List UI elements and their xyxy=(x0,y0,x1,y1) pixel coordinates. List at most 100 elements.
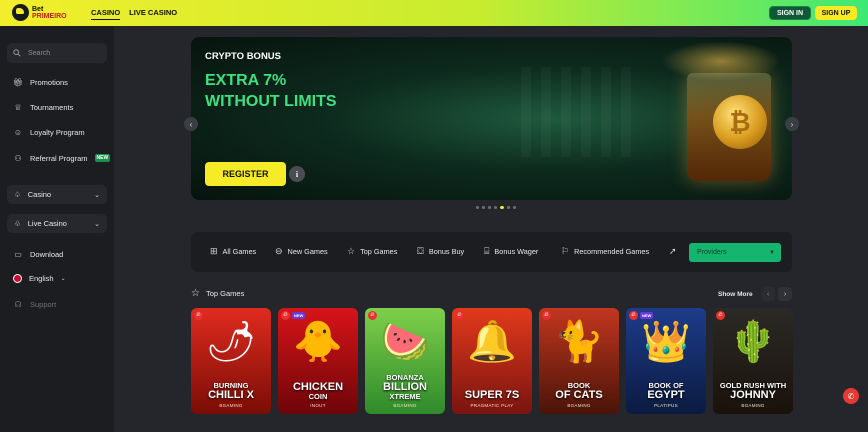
fire-icon: 🔥︎ xyxy=(542,311,551,320)
category-rocket[interactable]: ➚ xyxy=(669,246,677,257)
game-card[interactable]: 🔥︎ NEW 🐥 CHICKEN COIN INOUT xyxy=(278,308,358,414)
sidebar-item-promotions[interactable]: 🎁︎ Promotions xyxy=(13,77,68,87)
trophy-icon: ♕ xyxy=(14,102,22,112)
sidebar-item-support[interactable]: ☊ Support xyxy=(13,299,56,309)
language-label: English xyxy=(29,274,54,283)
info-icon[interactable]: i xyxy=(289,166,305,182)
category-bar: ⊞ All Games ⊖ New Games ☆ Top Games ⛋ Bo… xyxy=(191,232,792,272)
slide-dot[interactable] xyxy=(482,206,485,209)
sidebar-live-casino-dropdown[interactable]: ♧ Live Casino ⌄ xyxy=(7,214,107,233)
game-provider: PRAGMATIC PLAY xyxy=(470,403,514,408)
game-title-line3: COIN xyxy=(308,392,328,401)
category-all-games[interactable]: ⊞ All Games xyxy=(210,246,256,257)
providers-dropdown[interactable]: Providers ▼ xyxy=(689,243,781,262)
category-recommended-games[interactable]: ⚐ Recommended Games xyxy=(561,246,649,257)
slide-dot[interactable] xyxy=(513,206,516,209)
game-art-icon: 🍉 xyxy=(380,320,430,364)
fire-icon: 🔥︎ xyxy=(629,311,638,320)
search-icon xyxy=(13,49,21,57)
slide-dot[interactable] xyxy=(507,206,510,209)
live-casino-icon: ♧ xyxy=(14,219,21,228)
banner-prev-button[interactable]: ‹ xyxy=(184,117,198,131)
new-icon: ⊖ xyxy=(275,246,283,256)
game-card[interactable]: 🔥︎ 🔔 SUPER 7S PRAGMATIC PLAY xyxy=(452,308,532,414)
brand-logo[interactable]: Bet PRIMEIRO xyxy=(12,4,67,21)
loyalty-icon: ☺ xyxy=(13,127,23,137)
grid-icon: ⊞ xyxy=(210,246,218,256)
sidebar-item-label: Loyalty Program xyxy=(30,127,85,137)
sign-in-button[interactable]: SIGN IN xyxy=(769,6,811,20)
slide-dot[interactable] xyxy=(494,206,497,209)
category-label: Bonus Buy xyxy=(428,247,465,256)
game-title-line2: EGYPT xyxy=(647,389,685,401)
sidebar-item-label: Referral Program xyxy=(30,153,88,163)
category-top-games[interactable]: ☆ Top Games xyxy=(347,246,397,257)
register-button[interactable]: REGISTER xyxy=(205,162,286,186)
game-provider: BGAMING xyxy=(567,403,591,408)
promo-banner[interactable]: ₿ CRYPTO BONUS EXTRA 7% WITHOUT LIMITS R… xyxy=(191,37,792,200)
sidebar-item-tournaments[interactable]: ♕ Tournaments xyxy=(13,102,73,112)
tab-live-casino[interactable]: LIVE CASINO xyxy=(129,8,177,20)
sidebar-item-download[interactable]: ▭ Download xyxy=(13,249,63,259)
referral-icon: ⚇ xyxy=(14,153,22,163)
game-art-icon: 🐈 xyxy=(554,320,604,364)
sidebar-item-loyalty[interactable]: ☺ Loyalty Program xyxy=(13,127,85,137)
banner-background xyxy=(521,67,641,157)
game-title-line2: OF CATS xyxy=(555,389,603,401)
game-title-line2: CHILLI X xyxy=(208,389,254,401)
sidebar-item-referral[interactable]: ⚇ Referral Program NEW xyxy=(13,153,111,163)
fire-icon: 🔥︎ xyxy=(455,311,464,320)
chat-support-button[interactable]: ✆ xyxy=(843,388,859,404)
category-bonus-buy[interactable]: ⛋ Bonus Buy xyxy=(417,246,464,257)
game-provider: BGAMING xyxy=(741,403,765,408)
search-input[interactable]: Search xyxy=(7,43,107,63)
category-label: Recommended Games xyxy=(574,247,650,256)
slide-dot[interactable] xyxy=(500,206,504,209)
banner-kicker: CRYPTO BONUS xyxy=(205,51,282,62)
chevron-down-icon: ⌄ xyxy=(94,191,100,199)
game-title-line3: XTREME xyxy=(389,392,421,401)
game-card[interactable]: 🔥︎ 🌵 GOLD RUSH WITH JOHNNY BGAMING xyxy=(713,308,793,414)
flag-icon: ⚐ xyxy=(561,246,570,256)
game-card[interactable]: 🔥︎ NEW 👑 BOOK OF EGYPT PLATIPUS xyxy=(626,308,706,414)
game-card[interactable]: 🔥︎ 🐈 BOOK OF CATS BGAMING xyxy=(539,308,619,414)
banner-next-button[interactable]: › xyxy=(785,117,799,131)
category-bonus-wager[interactable]: ⌸ Bonus Wager xyxy=(484,246,538,257)
game-art-icon: 🌵 xyxy=(728,320,778,364)
new-badge: NEW xyxy=(94,154,111,162)
game-art-icon: 👑 xyxy=(641,320,691,364)
category-new-games[interactable]: ⊖ New Games xyxy=(275,246,328,257)
top-games-heading: ☆ Top Games xyxy=(191,288,244,299)
tab-casino[interactable]: CASINO xyxy=(91,8,121,20)
language-selector[interactable]: English ⌄ xyxy=(13,274,66,283)
sidebar-item-label: Download xyxy=(30,249,64,259)
sidebar-item-label: Promotions xyxy=(30,77,68,87)
banner-headline-line2: WITHOUT LIMITS xyxy=(205,93,337,110)
sidebar: Search 🎁︎ Promotions ♕ Tournaments ☺ Loy… xyxy=(0,26,114,432)
games-prev-button[interactable]: ‹ xyxy=(761,287,775,301)
games-next-button[interactable]: › xyxy=(778,287,792,301)
chevron-down-icon: ⌄ xyxy=(94,220,100,228)
game-card[interactable]: 🔥︎ 🍉 BONANZA BILLION XTREME BGAMING xyxy=(365,308,445,414)
chevron-down-icon: ▼ xyxy=(769,249,775,256)
star-icon: ☆ xyxy=(347,246,356,256)
game-title-line2: JOHNNY xyxy=(730,389,776,401)
brand-line2: PRIMEIRO xyxy=(32,12,67,20)
sidebar-live-casino-label: Live Casino xyxy=(27,219,67,228)
sign-up-button[interactable]: SIGN UP xyxy=(815,6,857,20)
game-card[interactable]: 🔥︎ 🌶 BURNING CHILLI X BGAMING xyxy=(191,308,271,414)
slide-dot[interactable] xyxy=(476,206,479,209)
category-label: Bonus Wager xyxy=(494,247,539,256)
rocket-icon: ➚ xyxy=(669,246,677,256)
headset-icon: ☊ xyxy=(14,299,22,309)
bitcoin-icon: ₿ xyxy=(713,95,767,149)
star-icon: ☆ xyxy=(191,288,200,299)
sidebar-item-label: Tournaments xyxy=(30,102,74,112)
sidebar-item-label: Support xyxy=(30,299,57,309)
flag-uk-icon xyxy=(13,274,22,283)
sidebar-casino-dropdown[interactable]: ♤ Casino ⌄ xyxy=(7,185,107,204)
show-more-link[interactable]: Show More xyxy=(718,291,753,298)
chevron-down-icon: ⌄ xyxy=(60,276,66,282)
game-provider: BGAMING xyxy=(219,403,243,408)
slide-dot[interactable] xyxy=(488,206,491,209)
